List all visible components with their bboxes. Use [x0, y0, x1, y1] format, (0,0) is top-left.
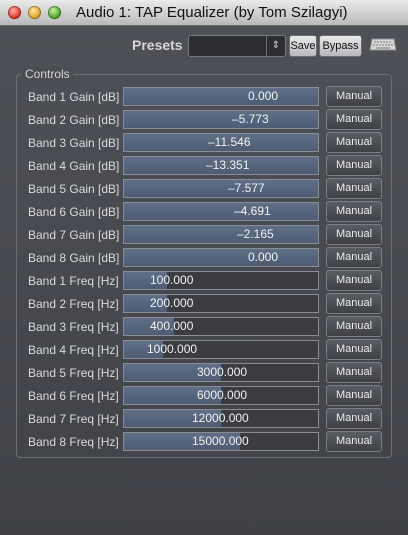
- value-text: 400.000: [150, 319, 194, 333]
- plugin-window: Audio 1: TAP Equalizer (by Tom Szilagyi)…: [0, 0, 408, 535]
- value-slider[interactable]: –7.577: [123, 179, 319, 198]
- control-label: Band 6 Gain [dB]: [28, 205, 120, 219]
- control-label: Band 6 Freq [Hz]: [28, 389, 119, 403]
- value-text: 200.000: [150, 296, 194, 310]
- manual-button[interactable]: Manual: [326, 201, 382, 222]
- manual-button[interactable]: Manual: [326, 155, 382, 176]
- value-slider[interactable]: –2.165: [123, 225, 319, 244]
- control-row: Band 5 Gain [dB] –7.577 Manual: [0, 178, 408, 202]
- manual-button[interactable]: Manual: [326, 293, 382, 314]
- manual-button[interactable]: Manual: [326, 339, 382, 360]
- value-slider[interactable]: 3000.000: [123, 363, 319, 382]
- slider-fill: [124, 249, 318, 266]
- control-label: Band 3 Freq [Hz]: [28, 320, 119, 334]
- manual-button[interactable]: Manual: [326, 362, 382, 383]
- manual-button[interactable]: Manual: [326, 270, 382, 291]
- value-slider[interactable]: 0.000: [123, 248, 319, 267]
- value-text: –11.546: [208, 135, 251, 149]
- control-label: Band 5 Gain [dB]: [28, 182, 120, 196]
- control-row: Band 5 Freq [Hz] 3000.000 Manual: [0, 362, 408, 386]
- presets-dropdown[interactable]: ⇕: [188, 35, 286, 57]
- value-text: –13.351: [206, 158, 250, 172]
- manual-button[interactable]: Manual: [326, 132, 382, 153]
- control-row: Band 7 Gain [dB] –2.165 Manual: [0, 224, 408, 248]
- value-slider[interactable]: –5.773: [123, 110, 319, 129]
- value-text: 0.000: [248, 250, 279, 264]
- value-slider[interactable]: 100.000: [123, 271, 319, 290]
- manual-button[interactable]: Manual: [326, 224, 382, 245]
- slider-fill: [124, 180, 318, 197]
- control-row: Band 3 Gain [dB] –11.546 Manual: [0, 132, 408, 156]
- value-text: 12000.000: [192, 411, 249, 425]
- minimize-window-icon[interactable]: [28, 6, 41, 19]
- control-row: Band 7 Freq [Hz] 12000.000 Manual: [0, 408, 408, 432]
- control-row: Band 1 Gain [dB] 0.000 Manual: [0, 86, 408, 110]
- value-slider[interactable]: –13.351: [123, 156, 319, 175]
- control-label: Band 1 Gain [dB]: [28, 90, 120, 104]
- control-row: Band 6 Freq [Hz] 6000.000 Manual: [0, 385, 408, 409]
- value-text: 3000.000: [197, 365, 248, 379]
- dropdown-arrows-icon[interactable]: ⇕: [266, 36, 285, 56]
- control-label: Band 7 Freq [Hz]: [28, 412, 119, 426]
- control-label: Band 4 Gain [dB]: [28, 159, 120, 173]
- control-row: Band 2 Gain [dB] –5.773 Manual: [0, 109, 408, 133]
- value-slider[interactable]: 400.000: [123, 317, 319, 336]
- control-row: Band 4 Gain [dB] –13.351 Manual: [0, 155, 408, 179]
- title-bar[interactable]: Audio 1: TAP Equalizer (by Tom Szilagyi): [0, 0, 408, 26]
- manual-button[interactable]: Manual: [326, 178, 382, 199]
- control-row: Band 8 Freq [Hz] 15000.000 Manual: [0, 431, 408, 455]
- manual-button[interactable]: Manual: [326, 109, 382, 130]
- keyboard-icon[interactable]: [369, 36, 397, 53]
- slider-fill: [124, 111, 318, 128]
- value-text: 1000.000: [147, 342, 198, 356]
- presets-label: Presets: [132, 37, 183, 53]
- manual-button[interactable]: Manual: [326, 86, 382, 107]
- control-row: Band 4 Freq [Hz] 1000.000 Manual: [0, 339, 408, 363]
- value-text: 0.000: [248, 89, 279, 103]
- control-row: Band 3 Freq [Hz] 400.000 Manual: [0, 316, 408, 340]
- value-text: –4.691: [234, 204, 271, 218]
- value-slider[interactable]: –11.546: [123, 133, 319, 152]
- control-label: Band 5 Freq [Hz]: [28, 366, 119, 380]
- value-slider[interactable]: 0.000: [123, 87, 319, 106]
- slider-fill: [124, 88, 318, 105]
- control-label: Band 3 Gain [dB]: [28, 136, 120, 150]
- close-window-icon[interactable]: [8, 6, 21, 19]
- value-slider[interactable]: 15000.000: [123, 432, 319, 451]
- control-label: Band 2 Freq [Hz]: [28, 297, 119, 311]
- slider-fill: [124, 203, 318, 220]
- bypass-button[interactable]: Bypass: [319, 35, 362, 57]
- value-text: –2.165: [237, 227, 274, 241]
- value-text: –7.577: [228, 181, 265, 195]
- control-row: Band 1 Freq [Hz] 100.000 Manual: [0, 270, 408, 294]
- manual-button[interactable]: Manual: [326, 408, 382, 429]
- manual-button[interactable]: Manual: [326, 385, 382, 406]
- control-label: Band 7 Gain [dB]: [28, 228, 120, 242]
- value-slider[interactable]: 6000.000: [123, 386, 319, 405]
- controls-group-label: Controls: [22, 67, 73, 81]
- value-slider[interactable]: –4.691: [123, 202, 319, 221]
- value-slider[interactable]: 12000.000: [123, 409, 319, 428]
- control-row: Band 8 Gain [dB] 0.000 Manual: [0, 247, 408, 271]
- value-slider[interactable]: 200.000: [123, 294, 319, 313]
- control-row: Band 6 Gain [dB] –4.691 Manual: [0, 201, 408, 225]
- control-label: Band 2 Gain [dB]: [28, 113, 120, 127]
- control-label: Band 1 Freq [Hz]: [28, 274, 119, 288]
- zoom-window-icon[interactable]: [48, 6, 61, 19]
- value-text: 6000.000: [197, 388, 248, 402]
- value-text: 100.000: [150, 273, 194, 287]
- control-label: Band 8 Freq [Hz]: [28, 435, 119, 449]
- value-text: –5.773: [232, 112, 269, 126]
- save-button[interactable]: Save: [289, 35, 317, 57]
- control-row: Band 2 Freq [Hz] 200.000 Manual: [0, 293, 408, 317]
- control-label: Band 4 Freq [Hz]: [28, 343, 119, 357]
- window-title: Audio 1: TAP Equalizer (by Tom Szilagyi): [76, 4, 348, 21]
- slider-fill: [124, 226, 318, 243]
- control-label: Band 8 Gain [dB]: [28, 251, 120, 265]
- manual-button[interactable]: Manual: [326, 316, 382, 337]
- manual-button[interactable]: Manual: [326, 431, 382, 452]
- manual-button[interactable]: Manual: [326, 247, 382, 268]
- value-slider[interactable]: 1000.000: [123, 340, 319, 359]
- value-text: 15000.000: [192, 434, 249, 448]
